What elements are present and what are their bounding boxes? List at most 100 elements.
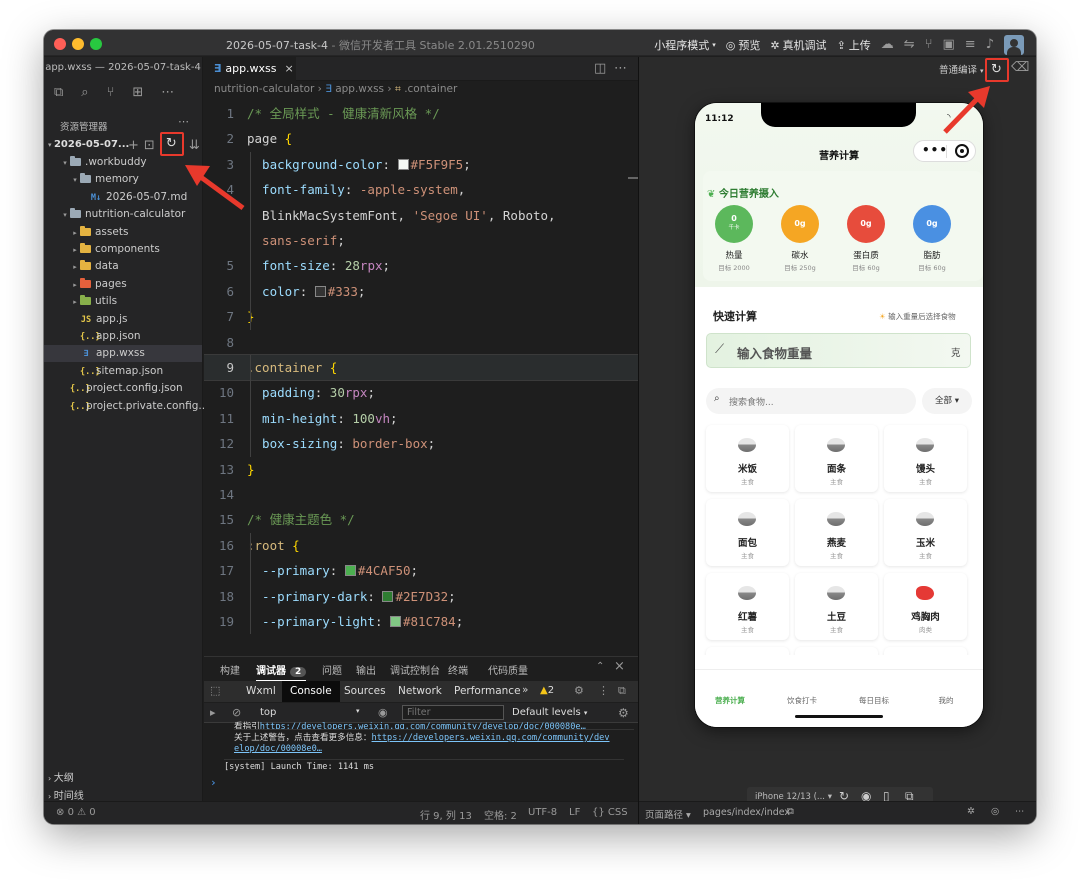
indent-status[interactable]: 空格: 2 (484, 807, 517, 822)
tree-item[interactable]: ∃ app.wxss (44, 345, 202, 363)
layout-icon[interactable]: ▣ (943, 37, 955, 53)
tab-app-wxss[interactable]: ∃ app.wxss × (204, 57, 296, 81)
category-filter-button[interactable]: 全部 ▾ (922, 388, 972, 414)
avatar[interactable] (1004, 35, 1024, 55)
eye-icon[interactable]: ◎ (991, 806, 999, 817)
devtools-tab[interactable]: Performance (446, 681, 529, 702)
tab-goal[interactable]: 每日目标 (839, 695, 909, 706)
close-icon[interactable]: × (285, 62, 294, 75)
cloud-icon[interactable]: ☁ (881, 37, 894, 53)
devtools-tab[interactable]: Sources (336, 681, 394, 702)
real-device-debug-button[interactable]: ✲ 真机调试 (770, 37, 826, 53)
log-levels-select[interactable]: Default levels ▾ (512, 707, 587, 718)
tree-item[interactable]: ▸ utils (44, 293, 202, 310)
chevron-up-icon[interactable]: ⌃ (596, 659, 604, 675)
files-icon[interactable]: ⧉ (54, 85, 63, 101)
console-filter-input[interactable] (402, 705, 504, 720)
code-line[interactable]: 14 (204, 482, 638, 507)
devtools-tab[interactable]: Network (390, 681, 450, 702)
explorer-more-icon[interactable]: ⋯ (178, 115, 189, 128)
close-window-button[interactable] (54, 38, 66, 50)
tree-item[interactable]: {..}app.json (44, 328, 202, 345)
food-card[interactable]: 燕麦 主食 (795, 499, 878, 566)
extensions-icon[interactable]: ⊞ (132, 85, 143, 101)
tree-item[interactable]: M↓ 2026-05-07.md (44, 189, 202, 206)
close-icon[interactable]: × (614, 659, 625, 675)
capsule-more-icon[interactable]: ••• (922, 143, 948, 157)
color-swatch[interactable] (344, 565, 356, 577)
capsule-close-icon[interactable] (955, 144, 969, 158)
panel-tab[interactable]: 调试控制台 (390, 662, 440, 677)
color-swatch[interactable] (390, 616, 401, 627)
collapse-icon[interactable]: ⇊ (189, 138, 200, 154)
code-line[interactable]: 19 --primary-light: #81C784; (204, 609, 638, 634)
tree-item[interactable]: ▸ assets (44, 224, 202, 241)
code-area[interactable]: 1 /* 全局样式 - 健康清新风格 */ 2 page {3 background-… (204, 101, 638, 649)
tree-item[interactable]: ▸ pages (44, 276, 202, 293)
code-line[interactable]: 12 box-sizing: border-box; (204, 431, 638, 456)
code-line[interactable]: 7} (204, 304, 638, 329)
panel-tab[interactable]: 输出 (356, 662, 376, 677)
compile-mode-select[interactable]: 普通编译 ▾ (939, 62, 984, 76)
swap-icon[interactable]: ⇋ (904, 37, 915, 53)
gear-icon[interactable]: ⚙ (574, 683, 584, 699)
food-card[interactable]: 土豆 主食 (795, 573, 878, 640)
code-line[interactable]: 11 min-height: 100vh; (204, 406, 638, 431)
cursor-position[interactable]: 行 9, 列 13 (420, 807, 472, 822)
more-icon[interactable]: ⋯ (161, 85, 174, 101)
search-icon[interactable]: ⌕ (81, 85, 88, 101)
devtools-tab[interactable]: Console (282, 681, 340, 702)
weight-input-box[interactable]: ⟋ 输入食物重量 克 (706, 333, 971, 368)
console-link[interactable]: https://developers.weixin.qq.com/communi… (260, 722, 586, 729)
zoom-window-button[interactable] (90, 38, 102, 50)
code-line[interactable]: 3 background-color: #F5F9F5; (204, 152, 638, 177)
debug-icon[interactable]: ✲ (967, 806, 975, 817)
panel-tab[interactable]: 终端 (448, 662, 468, 677)
code-line[interactable]: 6 color: #333; (204, 279, 638, 304)
food-card[interactable]: 红薯 主食 (706, 573, 789, 640)
code-line[interactable]: 13} (204, 457, 638, 482)
code-line[interactable]: BlinkMacSystemFont, 'Segoe UI', Roboto, (204, 203, 638, 228)
split-editor-icon[interactable]: ◫ (594, 61, 606, 77)
breadcrumb-file[interactable]: app.wxss (335, 83, 384, 95)
code-line[interactable]: 9 .container { (204, 353, 638, 382)
code-line[interactable]: 15 /* 健康主题色 */ (204, 507, 638, 532)
copy-icon[interactable]: ⧉ (787, 806, 794, 817)
breadcrumb-symbol[interactable]: .container (404, 83, 457, 95)
inspect-icon[interactable]: ⬚ (210, 683, 220, 699)
food-card[interactable]: 玉米 主食 (884, 499, 967, 566)
tree-item[interactable]: ▸ components (44, 241, 202, 258)
menu-icon[interactable]: ≡ (965, 37, 976, 53)
kebab-icon[interactable]: ⋮ (598, 683, 609, 699)
code-line[interactable]: 18 --primary-dark: #2E7D32; (204, 584, 638, 609)
food-search-input[interactable]: ⌕ 搜索食物... (706, 388, 916, 414)
page-path-select[interactable]: 页面路径 ▾ (645, 807, 691, 821)
color-swatch[interactable] (397, 158, 409, 170)
tree-item[interactable]: {..}project.config.json (44, 380, 202, 397)
food-card[interactable]: 米饭 主食 (706, 425, 789, 492)
panel-tab[interactable]: 代码质量 (488, 662, 528, 677)
upload-button[interactable]: ⇪ 上传 (837, 37, 871, 53)
color-swatch[interactable] (382, 590, 394, 602)
tree-item[interactable]: ▾ memory (44, 171, 202, 188)
minimize-window-button[interactable] (72, 38, 84, 50)
food-card[interactable]: 面包 主食 (706, 499, 789, 566)
tree-item[interactable]: JS app.js (44, 311, 202, 328)
tree-item[interactable]: {..}project.private.config... (44, 398, 208, 415)
refresh-icon[interactable]: ↻ (991, 62, 1002, 78)
branch-icon[interactable]: ⑂ (925, 37, 933, 53)
clear-cache-icon[interactable]: ⌫ (1011, 60, 1029, 76)
code-line[interactable]: 16:root { (204, 533, 638, 558)
tab-checkin[interactable]: 饮食打卡 (767, 695, 837, 706)
code-line[interactable]: 17 --primary: #4CAF50; (204, 558, 638, 583)
more-tabs-icon[interactable]: » (522, 684, 528, 696)
tree-item[interactable]: ▾ nutrition-calculator (44, 206, 202, 223)
source-control-icon[interactable]: ⑂ (107, 85, 115, 101)
food-card[interactable]: 馒头 主食 (884, 425, 967, 492)
dock-icon[interactable]: ⧉ (618, 683, 626, 699)
more-icon[interactable]: ⋯ (1015, 806, 1025, 817)
preview-button[interactable]: ◎ 预览 (726, 37, 761, 53)
code-line[interactable]: 5 font-size: 28rpx; (204, 253, 638, 278)
tab-calc[interactable]: 营养计算 (695, 695, 765, 706)
tree-item[interactable]: {..}sitemap.json (44, 363, 202, 380)
